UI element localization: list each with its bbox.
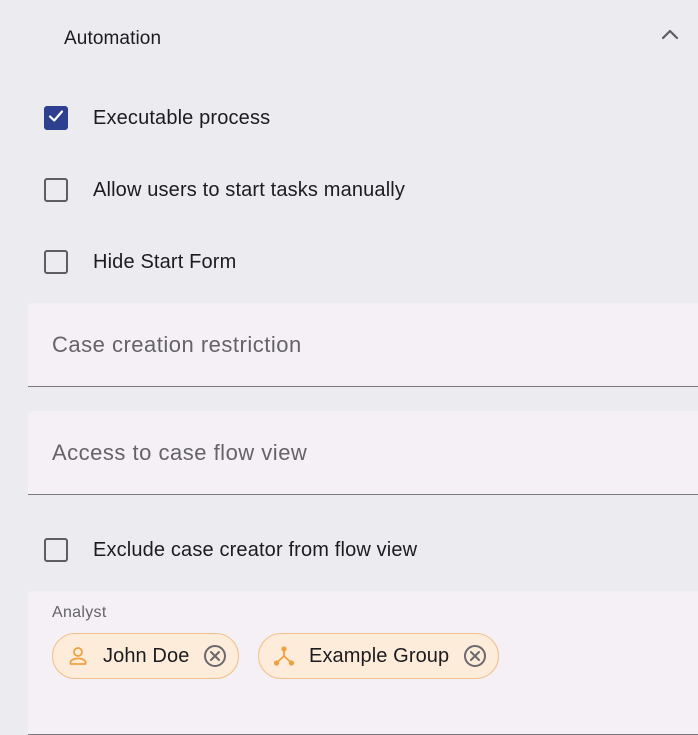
allow-manual-start-checkbox[interactable] [44,178,68,202]
allow-manual-start-option[interactable]: Allow users to start tasks manually [44,175,405,205]
hide-start-form-checkbox[interactable] [44,250,68,274]
executable-process-option[interactable]: Executable process [44,103,270,133]
exclude-creator-checkbox[interactable] [44,538,68,562]
case-creation-restriction-label: Case creation restriction [52,332,302,357]
chip-label: Example Group [309,644,450,667]
flow-view-access-label: Access to case flow view [52,440,308,465]
remove-chip-icon[interactable] [462,643,488,669]
remove-chip-icon[interactable] [202,643,228,669]
exclude-creator-label: Exclude case creator from flow view [93,538,418,561]
checkmark-icon [47,107,65,130]
person-icon [67,645,89,667]
section-title: Automation [64,28,162,49]
case-creation-restriction-field[interactable]: Case creation restriction [28,303,698,387]
chevron-up-icon [660,27,680,46]
analyst-field[interactable]: Analyst John Doe Example Group [28,591,698,735]
flow-view-access-field[interactable]: Access to case flow view [28,411,698,495]
chip-john-doe[interactable]: John Doe [52,633,240,679]
analyst-label: Analyst [52,604,107,621]
automation-panel: Automation Executable process Allow user… [0,0,698,735]
hide-start-form-option[interactable]: Hide Start Form [44,247,236,277]
collapse-button[interactable] [654,22,686,50]
allow-manual-start-label: Allow users to start tasks manually [93,178,406,201]
executable-process-label: Executable process [93,106,271,129]
executable-process-checkbox[interactable] [44,106,68,130]
chip-label: John Doe [103,644,190,667]
hide-start-form-label: Hide Start Form [93,250,237,273]
group-icon [273,645,295,667]
exclude-creator-option[interactable]: Exclude case creator from flow view [44,535,417,565]
chip-example-group[interactable]: Example Group [258,633,500,679]
